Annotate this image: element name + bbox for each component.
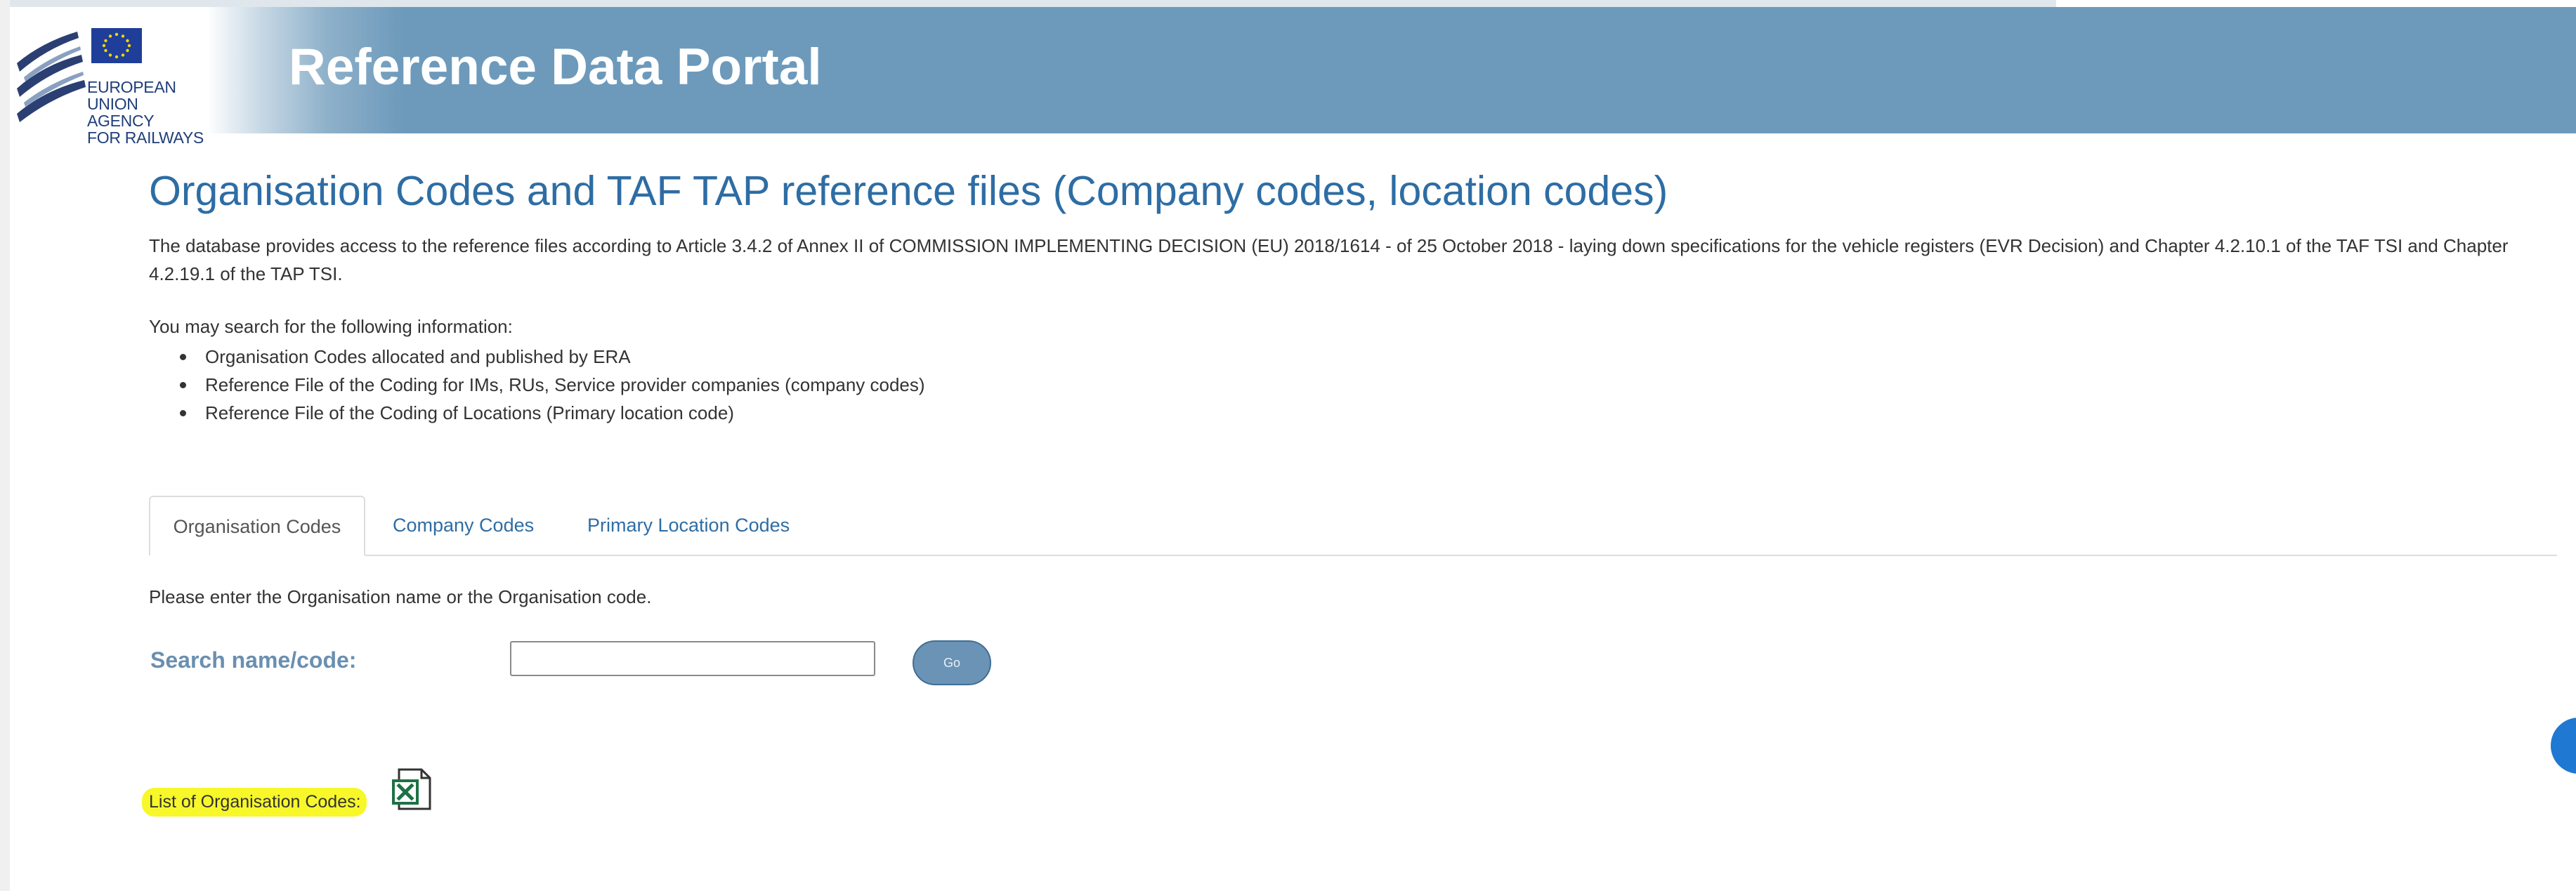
search-label: Search name/code: [150, 647, 357, 673]
logo-line: UNION [87, 95, 138, 113]
intro-paragraph: The database provides access to the refe… [149, 235, 2509, 284]
list-item-text: Reference File of the Coding for IMs, RU… [205, 374, 925, 395]
top-edge-strip [10, 0, 2056, 7]
tab-organisation-codes[interactable]: Organisation Codes [149, 496, 365, 556]
search-input[interactable] [510, 641, 875, 676]
chat-bubble-button[interactable] [2551, 718, 2576, 774]
bullet-icon [180, 382, 186, 388]
logo-line: EUROPEAN [87, 78, 176, 96]
left-edge-strip [0, 0, 10, 891]
search-info-heading: You may search for the following informa… [149, 316, 513, 337]
logo-line: FOR RAILWAYS [87, 128, 204, 147]
tab-company-codes[interactable]: Company Codes [393, 496, 534, 555]
portal-title: Reference Data Portal [289, 39, 822, 95]
list-of-organisation-codes-label: List of Organisation Codes: [142, 788, 367, 817]
bullet-icon [180, 354, 186, 360]
header-banner: EUROPEAN UNION AGENCY FOR RAILWAYS Refer… [10, 7, 2576, 146]
search-instruction: Please enter the Organisation name or th… [149, 586, 652, 607]
tab-bar: Organisation Codes Company Codes Primary… [149, 496, 2557, 556]
bullet-icon [180, 410, 186, 416]
excel-file-icon[interactable] [389, 765, 438, 814]
list-item: Reference File of the Coding for IMs, RU… [177, 371, 925, 399]
page-title: Organisation Codes and TAF TAP reference… [149, 168, 1668, 214]
page: EUROPEAN UNION AGENCY FOR RAILWAYS Refer… [0, 0, 2576, 891]
list-item: Organisation Codes allocated and publish… [177, 343, 925, 371]
era-logo[interactable]: EUROPEAN UNION AGENCY FOR RAILWAYS [14, 21, 225, 146]
logo-line: AGENCY [87, 112, 155, 130]
tab-primary-location-codes[interactable]: Primary Location Codes [587, 496, 790, 555]
excel-file-icon-graphic [392, 768, 431, 810]
go-button[interactable]: Go [913, 640, 991, 685]
logo-text: EUROPEAN UNION AGENCY FOR RAILWAYS [87, 79, 204, 146]
list-item-text: Reference File of the Coding of Location… [205, 402, 734, 423]
list-item: Reference File of the Coding of Location… [177, 399, 925, 427]
list-item-text: Organisation Codes allocated and publish… [205, 346, 631, 367]
top-edge-strip-right [2056, 0, 2576, 7]
info-list: Organisation Codes allocated and publish… [177, 343, 925, 427]
